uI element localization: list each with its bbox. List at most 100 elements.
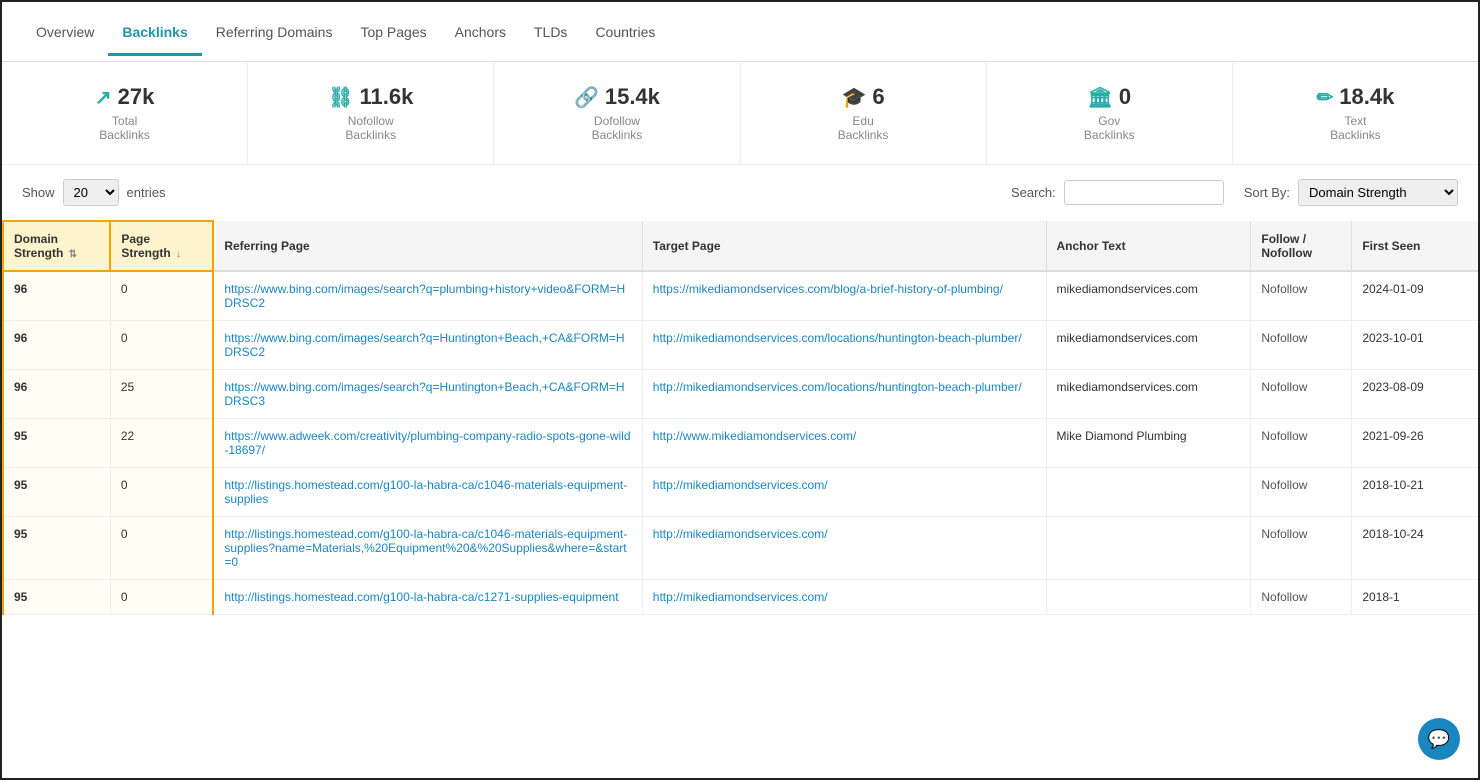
table-row: 96 25 https://www.bing.com/images/search…	[3, 370, 1478, 419]
cell-domain-strength: 95	[3, 419, 110, 468]
cell-referring-page: https://www.bing.com/images/search?q=Hun…	[213, 321, 642, 370]
cell-follow: Nofollow	[1251, 580, 1352, 615]
cell-first-seen: 2018-10-24	[1352, 517, 1478, 580]
cell-domain-strength: 96	[3, 321, 110, 370]
cell-page-strength: 0	[110, 271, 213, 321]
cell-follow: Nofollow	[1251, 370, 1352, 419]
table-container: Domain Strength ⇅ Page Strength ↓ Referr…	[2, 220, 1478, 615]
cell-target-page: http://mikediamondservices.com/	[642, 580, 1046, 615]
cell-anchor-text	[1046, 517, 1251, 580]
table-row: 95 0 http://listings.homestead.com/g100-…	[3, 580, 1478, 615]
dofollow-backlinks-value: 15.4k	[605, 84, 660, 110]
stat-total-backlinks: ↗27k TotalBacklinks	[2, 62, 248, 164]
cell-follow: Nofollow	[1251, 517, 1352, 580]
target-link[interactable]: http://mikediamondservices.com/locations…	[653, 380, 1022, 394]
cell-first-seen: 2018-10-21	[1352, 468, 1478, 517]
cell-referring-page: http://listings.homestead.com/g100-la-ha…	[213, 468, 642, 517]
col-header-page-strength[interactable]: Page Strength ↓	[110, 221, 213, 271]
cell-domain-strength: 95	[3, 580, 110, 615]
cell-target-page: http://mikediamondservices.com/locations…	[642, 321, 1046, 370]
chat-icon: 💬	[1428, 729, 1450, 750]
cell-follow: Nofollow	[1251, 468, 1352, 517]
tab-backlinks[interactable]: Backlinks	[108, 16, 201, 48]
stats-row: ↗27k TotalBacklinks ⛓11.6k NofollowBackl…	[2, 62, 1478, 165]
cell-page-strength: 25	[110, 370, 213, 419]
chat-bubble[interactable]: 💬	[1418, 718, 1460, 760]
edu-backlinks-value: 6	[872, 84, 884, 110]
stat-gov-backlinks: 🏛0 GovBacklinks	[987, 62, 1233, 164]
show-select[interactable]: 10 20 50 100	[63, 179, 119, 206]
total-backlinks-label: TotalBacklinks	[22, 114, 227, 142]
external-link-icon: ↗	[95, 85, 112, 110]
cell-anchor-text: mikediamondservices.com	[1046, 271, 1251, 321]
cell-page-strength: 22	[110, 419, 213, 468]
col-header-target-page: Target Page	[642, 221, 1046, 271]
tab-referring-domains[interactable]: Referring Domains	[202, 16, 347, 48]
cell-anchor-text: mikediamondservices.com	[1046, 321, 1251, 370]
cell-anchor-text	[1046, 580, 1251, 615]
referring-link[interactable]: http://listings.homestead.com/g100-la-ha…	[224, 590, 618, 604]
col-header-first-seen: First Seen	[1352, 221, 1478, 271]
cell-target-page: http://mikediamondservices.com/	[642, 517, 1046, 580]
cell-domain-strength: 95	[3, 468, 110, 517]
dofollow-backlinks-label: DofollowBacklinks	[514, 114, 719, 142]
cell-domain-strength: 96	[3, 370, 110, 419]
target-link[interactable]: http://mikediamondservices.com/locations…	[653, 331, 1022, 345]
table-row: 96 0 https://www.bing.com/images/search?…	[3, 271, 1478, 321]
nofollow-backlinks-label: NofollowBacklinks	[268, 114, 473, 142]
cell-target-page: http://www.mikediamondservices.com/	[642, 419, 1046, 468]
col-header-domain-strength[interactable]: Domain Strength ⇅	[3, 221, 110, 271]
target-link[interactable]: https://mikediamondservices.com/blog/a-b…	[653, 282, 1003, 296]
entries-label: entries	[127, 185, 166, 200]
cell-page-strength: 0	[110, 580, 213, 615]
stat-nofollow-backlinks: ⛓11.6k NofollowBacklinks	[248, 62, 494, 164]
referring-link[interactable]: https://www.bing.com/images/search?q=Hun…	[224, 380, 624, 408]
cell-referring-page: http://listings.homestead.com/g100-la-ha…	[213, 580, 642, 615]
search-label: Search:	[1011, 185, 1056, 200]
stat-dofollow-backlinks: 🔗15.4k DofollowBacklinks	[494, 62, 740, 164]
referring-link[interactable]: https://www.adweek.com/creativity/plumbi…	[224, 429, 630, 457]
stat-text-backlinks: ✏18.4k TextBacklinks	[1233, 62, 1478, 164]
referring-link[interactable]: https://www.bing.com/images/search?q=plu…	[224, 282, 625, 310]
cell-anchor-text: Mike Diamond Plumbing	[1046, 419, 1251, 468]
target-link[interactable]: http://www.mikediamondservices.com/	[653, 429, 856, 443]
tab-top-pages[interactable]: Top Pages	[346, 16, 440, 48]
cell-page-strength: 0	[110, 468, 213, 517]
table-row: 95 22 https://www.adweek.com/creativity/…	[3, 419, 1478, 468]
tabs-container: Overview Backlinks Referring Domains Top…	[2, 2, 1478, 62]
cell-referring-page: https://www.bing.com/images/search?q=Hun…	[213, 370, 642, 419]
referring-link[interactable]: http://listings.homestead.com/g100-la-ha…	[224, 527, 627, 569]
col-header-follow: Follow /Nofollow	[1251, 221, 1352, 271]
tab-tlds[interactable]: TLDs	[520, 16, 581, 48]
cell-follow: Nofollow	[1251, 419, 1352, 468]
search-input[interactable]	[1064, 180, 1224, 205]
cell-referring-page: http://listings.homestead.com/g100-la-ha…	[213, 517, 642, 580]
cell-anchor-text: mikediamondservices.com	[1046, 370, 1251, 419]
cell-first-seen: 2018-1	[1352, 580, 1478, 615]
target-link[interactable]: http://mikediamondservices.com/	[653, 590, 828, 604]
sort-label: Sort By:	[1244, 185, 1290, 200]
chain-icon: ⛓	[328, 85, 353, 110]
target-link[interactable]: http://mikediamondservices.com/	[653, 527, 828, 541]
text-backlinks-label: TextBacklinks	[1253, 114, 1458, 142]
cell-referring-page: https://www.adweek.com/creativity/plumbi…	[213, 419, 642, 468]
cell-first-seen: 2023-08-09	[1352, 370, 1478, 419]
table-row: 95 0 http://listings.homestead.com/g100-…	[3, 468, 1478, 517]
stat-edu-backlinks: 🎓6 EduBacklinks	[741, 62, 987, 164]
sort-select[interactable]: Domain Strength Page Strength First Seen	[1298, 179, 1458, 206]
table-row: 96 0 https://www.bing.com/images/search?…	[3, 321, 1478, 370]
link-icon: 🔗	[574, 85, 599, 110]
tab-overview[interactable]: Overview	[22, 16, 108, 48]
cell-first-seen: 2024-01-09	[1352, 271, 1478, 321]
cell-target-page: http://mikediamondservices.com/	[642, 468, 1046, 517]
tab-countries[interactable]: Countries	[581, 16, 669, 48]
cell-first-seen: 2023-10-01	[1352, 321, 1478, 370]
referring-link[interactable]: https://www.bing.com/images/search?q=Hun…	[224, 331, 624, 359]
target-link[interactable]: http://mikediamondservices.com/	[653, 478, 828, 492]
edu-icon: 🎓	[842, 85, 867, 110]
tab-anchors[interactable]: Anchors	[441, 16, 520, 48]
gov-icon: 🏛	[1087, 85, 1112, 110]
cell-referring-page: https://www.bing.com/images/search?q=plu…	[213, 271, 642, 321]
referring-link[interactable]: http://listings.homestead.com/g100-la-ha…	[224, 478, 627, 506]
cell-anchor-text	[1046, 468, 1251, 517]
